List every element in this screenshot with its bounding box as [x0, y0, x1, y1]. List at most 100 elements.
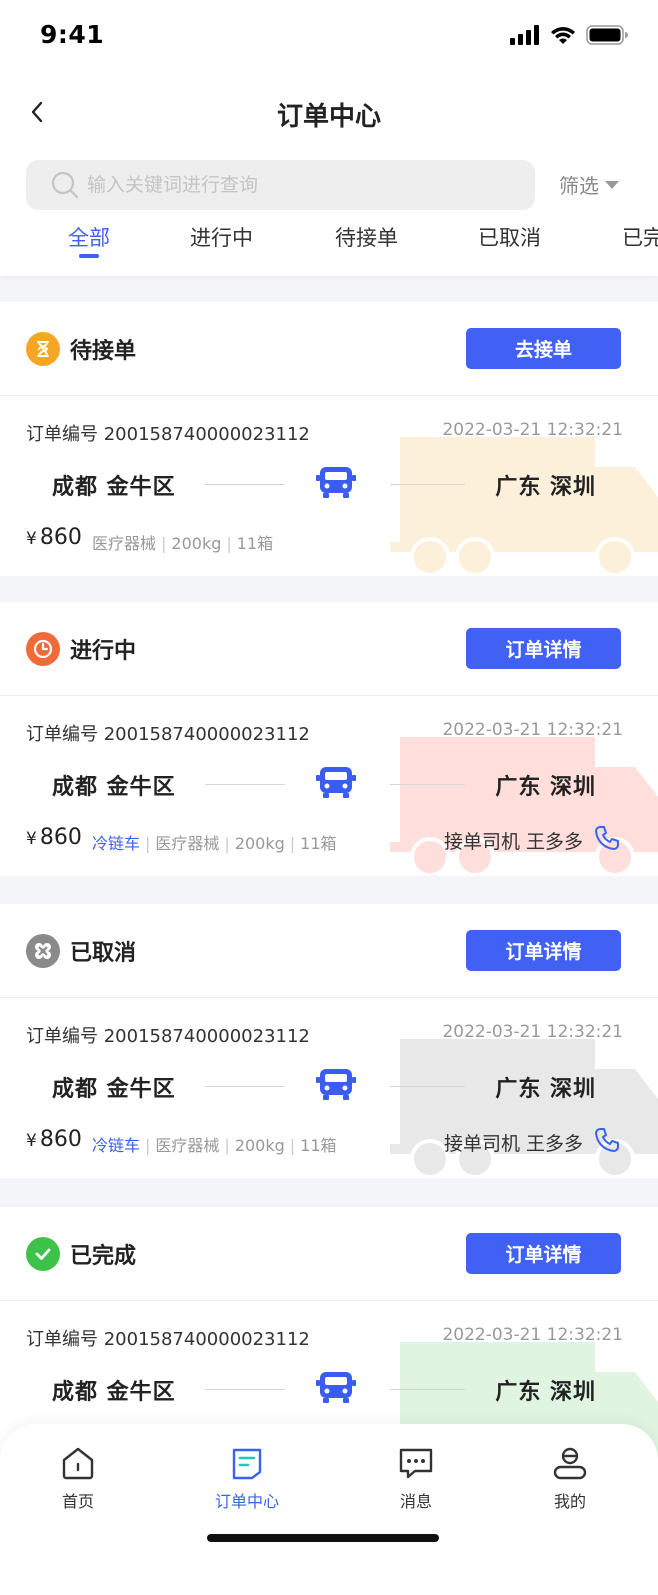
- cargo-weight: 200kg: [171, 534, 222, 553]
- order-card: 待接单 去接单 订单编号 200158740000023112 2022-03-…: [0, 302, 658, 577]
- destination-city: 广东 深圳: [495, 1077, 596, 1102]
- origin-city: 成都 金牛区: [52, 775, 176, 800]
- order-card: 进行中 订单详情 订单编号 200158740000023112 2022-03…: [0, 602, 658, 877]
- tabbar-item-home[interactable]: 首页: [38, 1444, 118, 1512]
- order-time: 2022-03-21 12:32:21: [442, 420, 623, 440]
- order-card-header: 待接单 去接单: [0, 302, 658, 396]
- route-line-right: [390, 1389, 465, 1390]
- order-time: 2022-03-21 12:32:21: [442, 720, 623, 740]
- order-detail-button[interactable]: 订单详情: [466, 930, 621, 971]
- route-line-right: [390, 1086, 465, 1087]
- route-line-right: [390, 484, 465, 485]
- tabbar-label: 首页: [61, 1492, 94, 1511]
- hourglass-icon: [26, 332, 60, 366]
- order-number: 订单编号 200158740000023112: [26, 1329, 310, 1350]
- tab-all[interactable]: 全部: [68, 222, 110, 252]
- order-number: 订单编号 200158740000023112: [26, 724, 310, 745]
- route-line-left: [205, 1389, 285, 1390]
- vehicle-type: 冷链车: [92, 1136, 141, 1155]
- accept-order-button[interactable]: 去接单: [466, 328, 621, 369]
- order-card-body: 订单编号 200158740000023112 2022-03-21 12:32…: [0, 697, 658, 877]
- order-detail-button[interactable]: 订单详情: [466, 1233, 621, 1274]
- truck-watermark-icon: [390, 737, 658, 877]
- header: 9:41 订单中心 输入关键词进行查询 筛选 全部 进行中 待接单 已取消 已完: [0, 0, 658, 276]
- cargo-weight: 200kg: [234, 834, 285, 853]
- nav-bar: 订单中心: [0, 85, 658, 145]
- order-status-label: 进行中: [70, 639, 137, 664]
- order-card: 已取消 订单详情 订单编号 200158740000023112 2022-03…: [0, 904, 658, 1179]
- order-number: 订单编号 200158740000023112: [26, 1026, 310, 1047]
- tabbar-label: 订单中心: [214, 1492, 279, 1511]
- cargo-weight: 200kg: [234, 1136, 285, 1155]
- cargo-type: 医疗器械: [155, 834, 220, 853]
- order-price: ¥ 860: [26, 1127, 82, 1152]
- order-price: ¥ 860: [26, 825, 82, 850]
- order-card-header: 已取消 订单详情: [0, 904, 658, 998]
- profile-icon: [553, 1447, 587, 1480]
- check-icon: [26, 1237, 60, 1271]
- tab-in-progress[interactable]: 进行中: [190, 222, 253, 252]
- cargo-info: 冷链车 | 医疗器械 | 200kg | 11箱: [92, 1136, 337, 1155]
- cargo-count: 11箱: [236, 534, 274, 553]
- wifi-icon: [551, 27, 575, 44]
- phone-icon[interactable]: [593, 1126, 621, 1154]
- tabbar-item-profile[interactable]: 我的: [530, 1444, 610, 1512]
- driver-info: 接单司机 王多多: [443, 831, 583, 853]
- search-icon: [51, 171, 79, 199]
- search-input[interactable]: [87, 174, 507, 196]
- destination-city: 广东 深圳: [495, 1380, 596, 1405]
- tab-completed[interactable]: 已完成: [622, 222, 658, 252]
- order-card-body: 订单编号 200158740000023112 2022-03-21 12:32…: [0, 397, 658, 577]
- truck-watermark-icon: [390, 437, 658, 577]
- order-icon: [232, 1448, 262, 1480]
- tab-cancelled[interactable]: 已取消: [478, 222, 541, 252]
- order-number: 订单编号 200158740000023112: [26, 424, 310, 445]
- filter-label: 筛选: [559, 174, 599, 198]
- order-time: 2022-03-21 12:32:21: [442, 1022, 623, 1042]
- route-line-right: [390, 784, 465, 785]
- order-time: 2022-03-21 12:32:21: [442, 1325, 623, 1345]
- status-time: 9:41: [40, 20, 105, 49]
- home-indicator: [207, 1534, 439, 1542]
- message-icon: [399, 1448, 433, 1479]
- destination-city: 广东 深圳: [495, 775, 596, 800]
- caret-down-icon: [605, 180, 619, 189]
- tab-pending[interactable]: 待接单: [335, 222, 398, 252]
- order-price: ¥ 860: [26, 525, 82, 550]
- truck-watermark-icon: [390, 1039, 658, 1179]
- origin-city: 成都 金牛区: [52, 1380, 176, 1405]
- clock-icon: [26, 632, 60, 666]
- tabbar-item-messages[interactable]: 消息: [376, 1444, 456, 1512]
- cargo-type: 医疗器械: [92, 534, 157, 553]
- active-tab-indicator: [79, 254, 99, 258]
- order-center-page: 9:41 订单中心 输入关键词进行查询 筛选 全部 进行中 待接单 已取消 已完…: [0, 0, 658, 1595]
- cargo-count: 11箱: [300, 834, 337, 853]
- currency-symbol: ¥: [26, 1131, 37, 1151]
- phone-icon[interactable]: [593, 824, 621, 852]
- price-amount: 860: [39, 825, 82, 850]
- order-status-label: 待接单: [70, 339, 137, 364]
- bottom-tab-bar: 首页 订单中心 消息 我的: [0, 1424, 658, 1595]
- tabbar-label: 我的: [553, 1492, 586, 1511]
- order-card-body: 订单编号 200158740000023112 2022-03-21 12:32…: [0, 999, 658, 1179]
- battery-icon: [586, 25, 628, 45]
- price-amount: 860: [39, 1127, 82, 1152]
- currency-symbol: ¥: [26, 529, 37, 549]
- vehicle-icon: [316, 1069, 356, 1100]
- order-detail-button[interactable]: 订单详情: [466, 628, 621, 669]
- signal-icon: [510, 25, 539, 45]
- vehicle-icon: [316, 467, 356, 498]
- status-bar: 9:41: [0, 0, 658, 76]
- cargo-count: 11箱: [300, 1136, 337, 1155]
- origin-city: 成都 金牛区: [52, 1077, 176, 1102]
- tabbar-item-orders[interactable]: 订单中心: [207, 1444, 287, 1512]
- route-line-left: [205, 1086, 285, 1087]
- order-card-header: 进行中 订单详情: [0, 602, 658, 696]
- search-bar[interactable]: [26, 160, 535, 210]
- driver-info: 接单司机 王多多: [443, 1133, 583, 1155]
- filter-button[interactable]: 筛选: [559, 170, 619, 199]
- origin-city: 成都 金牛区: [52, 475, 176, 500]
- vehicle-icon: [316, 767, 356, 798]
- currency-symbol: ¥: [26, 829, 37, 849]
- vehicle-icon: [316, 1372, 356, 1403]
